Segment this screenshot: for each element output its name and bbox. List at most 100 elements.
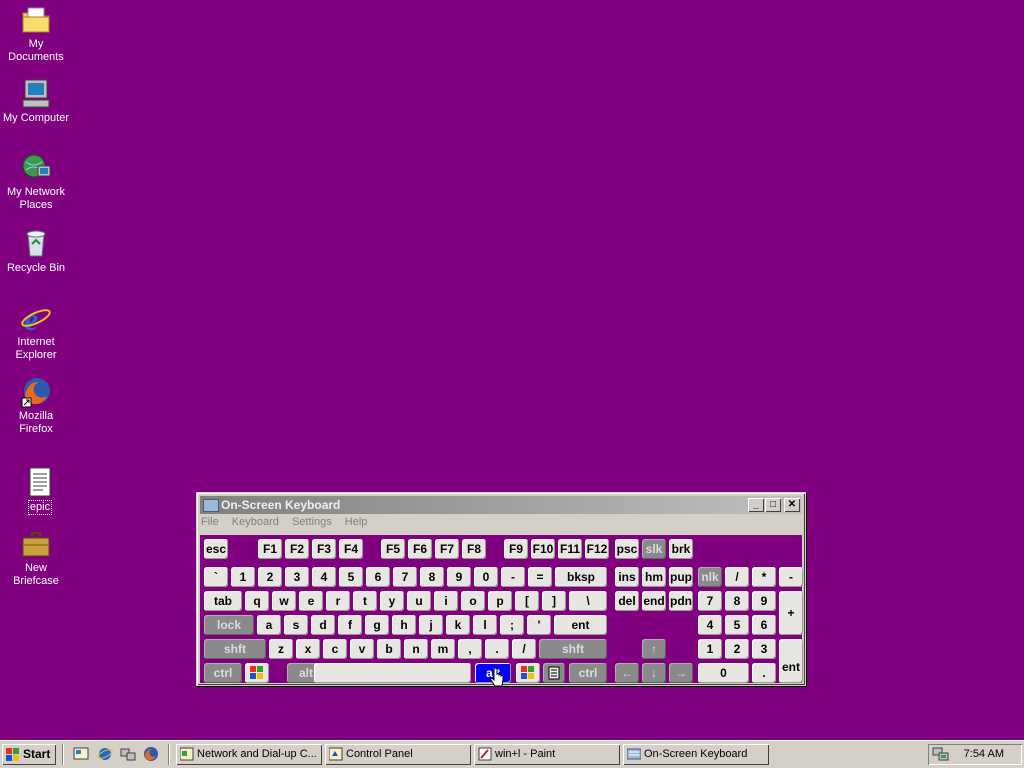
key[interactable]: F10	[531, 539, 555, 559]
task-control-panel[interactable]: Control Panel	[325, 744, 471, 765]
key[interactable]: u	[407, 591, 431, 611]
key[interactable]: =	[528, 567, 552, 587]
menu-file[interactable]: File	[201, 516, 219, 528]
key[interactable]: [	[515, 591, 539, 611]
key[interactable]: 9	[752, 591, 776, 611]
key[interactable]: 3	[752, 639, 776, 659]
key[interactable]: end	[642, 591, 666, 611]
key[interactable]: shft	[539, 639, 607, 659]
key[interactable]: ↑	[642, 639, 666, 659]
key[interactable]: 3	[285, 567, 309, 587]
network-quicklaunch-icon[interactable]	[120, 746, 136, 762]
key[interactable]: pup	[669, 567, 693, 587]
on-screen-keyboard-window[interactable]: On-Screen Keyboard _ □ ✕ File Keyboard S…	[196, 492, 806, 686]
key[interactable]: ;	[500, 615, 524, 635]
task-paint[interactable]: win+l - Paint	[474, 744, 620, 765]
right-windows-key[interactable]	[516, 663, 540, 683]
key[interactable]: o	[461, 591, 485, 611]
key[interactable]: ctrl	[569, 663, 607, 683]
key[interactable]: 2	[725, 639, 749, 659]
key[interactable]: F2	[285, 539, 309, 559]
key[interactable]: F6	[408, 539, 432, 559]
key[interactable]: 7	[393, 567, 417, 587]
key[interactable]: b	[377, 639, 401, 659]
key[interactable]: `	[204, 567, 228, 587]
key[interactable]: k	[446, 615, 470, 635]
key[interactable]: ins	[615, 567, 639, 587]
key[interactable]: y	[380, 591, 404, 611]
key[interactable]: ↓	[642, 663, 666, 683]
desktop-icon-internet-explorer[interactable]: e Internet Explorer	[0, 301, 72, 362]
key[interactable]: '	[527, 615, 551, 635]
title-bar[interactable]: On-Screen Keyboard _ □ ✕	[200, 496, 802, 514]
maximize-button[interactable]: □	[765, 498, 781, 512]
key[interactable]: c	[323, 639, 347, 659]
key[interactable]: brk	[669, 539, 693, 559]
key[interactable]: n	[404, 639, 428, 659]
key[interactable]: nlk	[698, 567, 722, 587]
key[interactable]: 6	[366, 567, 390, 587]
key[interactable]: p	[488, 591, 512, 611]
key[interactable]: .	[752, 663, 776, 683]
key[interactable]: g	[365, 615, 389, 635]
key[interactable]: 1	[231, 567, 255, 587]
key[interactable]: 4	[698, 615, 722, 635]
close-button[interactable]: ✕	[784, 498, 800, 512]
key[interactable]: 8	[725, 591, 749, 611]
key[interactable]: 4	[312, 567, 336, 587]
key[interactable]: \	[569, 591, 607, 611]
key[interactable]: ent	[779, 639, 803, 683]
key[interactable]: psc	[615, 539, 639, 559]
key[interactable]: F7	[435, 539, 459, 559]
key[interactable]: F9	[504, 539, 528, 559]
desktop-icon-recycle-bin[interactable]: Recycle Bin	[0, 228, 72, 275]
start-button[interactable]: Start	[2, 744, 56, 765]
key[interactable]: w	[272, 591, 296, 611]
key[interactable]: pdn	[669, 591, 693, 611]
firefox-quicklaunch-icon[interactable]	[143, 746, 159, 762]
desktop-icon-my-computer[interactable]: My Computer	[0, 78, 72, 125]
key[interactable]: F11	[558, 539, 582, 559]
key[interactable]: ,	[458, 639, 482, 659]
key[interactable]: 8	[420, 567, 444, 587]
key[interactable]: /	[512, 639, 536, 659]
key[interactable]: f	[338, 615, 362, 635]
key[interactable]: d	[311, 615, 335, 635]
desktop-icon-my-documents[interactable]: My Documents	[0, 4, 72, 64]
show-desktop-icon[interactable]	[73, 746, 89, 762]
menu-help[interactable]: Help	[345, 516, 368, 528]
application-menu-key[interactable]	[543, 663, 565, 683]
key[interactable]: s	[284, 615, 308, 635]
key[interactable]: 9	[447, 567, 471, 587]
key[interactable]: 2	[258, 567, 282, 587]
desktop-icon-new-briefcase[interactable]: New Briefcase	[0, 528, 72, 588]
key[interactable]: F1	[258, 539, 282, 559]
key[interactable]: ←	[615, 663, 639, 683]
key[interactable]: h	[392, 615, 416, 635]
task-network-dialup[interactable]: Network and Dial-up C...	[176, 744, 322, 765]
key[interactable]: 5	[339, 567, 363, 587]
left-windows-key[interactable]	[245, 663, 269, 683]
menu-keyboard[interactable]: Keyboard	[232, 516, 279, 528]
key[interactable]: ]	[542, 591, 566, 611]
key[interactable]: l	[473, 615, 497, 635]
key[interactable]: t	[353, 591, 377, 611]
key[interactable]: -	[501, 567, 525, 587]
key[interactable]: m	[431, 639, 455, 659]
key[interactable]: F5	[381, 539, 405, 559]
clock[interactable]: 7:54 AM	[964, 744, 1004, 765]
menu-settings[interactable]: Settings	[292, 516, 332, 528]
key[interactable]: F8	[462, 539, 486, 559]
key[interactable]: e	[299, 591, 323, 611]
key[interactable]: hm	[642, 567, 666, 587]
key[interactable]: a	[257, 615, 281, 635]
key[interactable]: F3	[312, 539, 336, 559]
key[interactable]: .	[485, 639, 509, 659]
network-tray-icon[interactable]	[932, 746, 950, 762]
key[interactable]: 1	[698, 639, 722, 659]
desktop-icon-my-network-places[interactable]: My Network Places	[0, 152, 72, 212]
minimize-button[interactable]: _	[748, 498, 764, 512]
key[interactable]: bksp	[555, 567, 607, 587]
internet-explorer-quicklaunch-icon[interactable]	[97, 746, 113, 762]
key[interactable]: tab	[204, 591, 242, 611]
